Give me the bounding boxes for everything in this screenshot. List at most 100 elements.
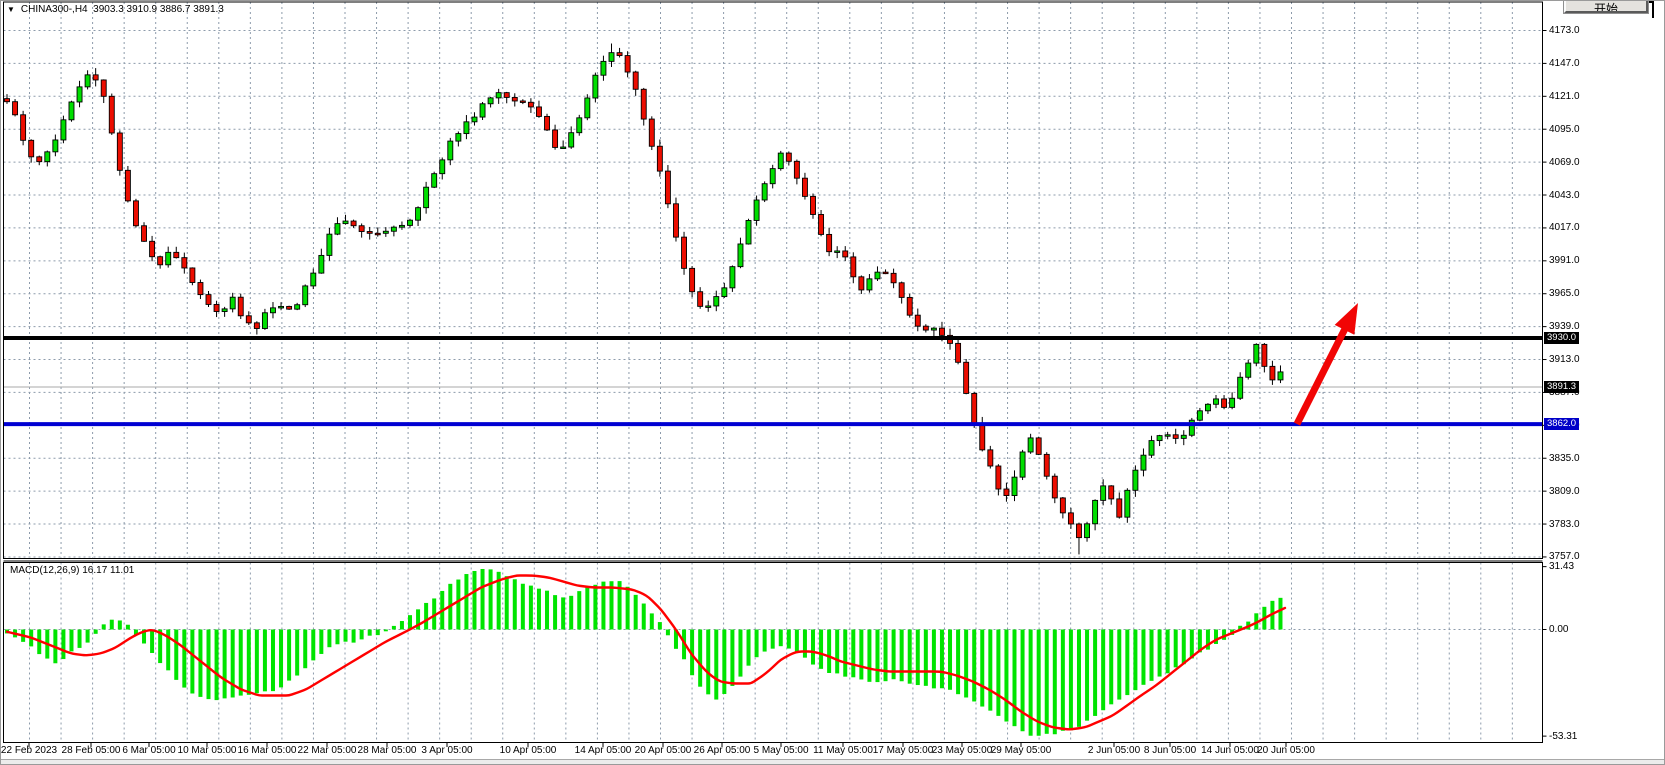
candle-bear (883, 272, 888, 274)
candle-bear (1109, 486, 1114, 499)
macd-histogram-bar (859, 630, 863, 680)
candle-bear (1068, 513, 1073, 524)
macd-histogram-bar (755, 630, 759, 658)
macd-histogram-bar (867, 630, 871, 682)
macd-histogram-bar (714, 630, 718, 700)
macd-histogram-bar (1037, 630, 1041, 736)
macd-histogram-bar (1109, 630, 1113, 705)
macd-histogram-bar (207, 630, 211, 700)
macd-histogram-bar (1069, 630, 1073, 731)
candle-bull (706, 306, 711, 308)
macd-histogram-bar (1166, 630, 1170, 674)
candle-bear (698, 292, 703, 307)
macd-histogram-bar (875, 630, 879, 683)
macd-histogram-bar (811, 630, 815, 665)
candle-bull (593, 75, 598, 98)
candle-bear (29, 140, 34, 157)
candle-bear (625, 56, 630, 72)
macd-histogram-bar (126, 625, 130, 630)
candle-bull (327, 234, 332, 255)
candle-bear (93, 75, 98, 80)
chart-header: ▼CHINA300-,H4 3903.3 3910.9 3886.7 3891.… (7, 3, 224, 16)
macd-histogram-bar (118, 620, 122, 629)
time-axis-label: 11 May 05:00 (813, 745, 873, 757)
candle-bear (246, 316, 251, 323)
price-chart-canvas[interactable] (1, 1, 1665, 765)
macd-histogram-bar (545, 591, 549, 630)
macd-histogram-bar (819, 630, 823, 669)
candle-bear (520, 101, 525, 103)
time-axis-label: 17 May 05:00 (873, 745, 934, 757)
macd-histogram-bar (634, 595, 638, 630)
candle-bear (682, 237, 687, 268)
time-axis-label: 22 Feb 2023 (1, 745, 57, 757)
candle-bull (262, 313, 267, 329)
macd-histogram-bar (239, 630, 243, 696)
candle-bull (1197, 411, 1202, 420)
time-axis-label: 5 May 05:00 (753, 745, 808, 757)
time-axis-label: 10 Mar 05:00 (178, 745, 237, 757)
price-axis-label: 3783.0 (1549, 519, 1580, 530)
candle-bear (690, 268, 695, 291)
time-axis-label: 29 May 05:00 (991, 745, 1052, 757)
macd-histogram-bar (884, 630, 888, 682)
candle-bear (1076, 524, 1081, 538)
time-axis-label: 2 Jun 05:00 (1088, 745, 1140, 757)
macd-histogram-bar (327, 630, 331, 648)
candle-bull (222, 309, 227, 312)
candle-bull (561, 147, 566, 149)
macd-axis-label: 0.00 (1549, 624, 1568, 635)
candle-bull (714, 297, 719, 306)
macd-histogram-bar (287, 630, 291, 681)
start-button[interactable]: 开始 (1564, 0, 1648, 13)
candle-bear (504, 93, 509, 98)
candle-bear (367, 232, 372, 234)
candle-bear (512, 97, 517, 101)
macd-histogram-bar (271, 630, 275, 692)
macd-histogram-bar (956, 630, 960, 695)
candle-bear (827, 234, 832, 251)
macd-histogram-bar (1021, 630, 1025, 732)
macd-histogram-bar (738, 630, 742, 677)
macd-histogram-bar (569, 596, 573, 630)
candle-bear (254, 323, 259, 329)
macd-histogram-bar (722, 630, 726, 694)
candle-bear (972, 393, 977, 423)
time-axis-label: 26 Apr 05:00 (694, 745, 751, 757)
macd-histogram-bar (368, 630, 372, 636)
candle-bull (770, 169, 775, 184)
candle-bear (964, 362, 969, 393)
candle-bull (1093, 500, 1098, 523)
candle-bull (585, 98, 590, 118)
current-price-badge: 3891.3 (1544, 381, 1579, 393)
price-axis-label: 3939.0 (1549, 321, 1580, 332)
candle-bull (416, 208, 421, 221)
candle-bear (657, 146, 662, 171)
candle-bull (383, 231, 388, 233)
candle-bull (1157, 436, 1162, 441)
candle-bear (238, 297, 243, 316)
macd-histogram-bar (601, 582, 605, 630)
macd-histogram-bar (771, 630, 775, 649)
time-axis-label: 8 Jun 05:00 (1144, 745, 1196, 757)
macd-histogram-bar (303, 630, 307, 669)
trend-arrow-head[interactable] (1335, 303, 1358, 335)
macd-histogram-bar (521, 584, 525, 630)
dropdown-arrow-icon[interactable]: ▼ (7, 5, 15, 15)
macd-histogram-bar (513, 579, 517, 629)
candle-bull (496, 93, 501, 98)
macd-histogram-bar (344, 630, 348, 642)
candle-bull (1012, 477, 1017, 495)
trend-arrow-shaft[interactable] (1297, 326, 1346, 424)
macd-histogram-bar (78, 630, 82, 648)
macd-histogram-bar (1013, 630, 1017, 727)
macd-histogram-bar (1133, 630, 1137, 691)
macd-histogram-bar (190, 630, 194, 694)
macd-histogram-bar (1150, 630, 1154, 681)
time-axis-label: 14 Jun 05:00 (1201, 745, 1259, 757)
candle-bull (601, 61, 606, 75)
macd-histogram-bar (295, 630, 299, 676)
macd-histogram-bar (988, 630, 992, 711)
trading-terminal-window: ▼CHINA300-,H4 3903.3 3910.9 3886.7 3891.… (0, 0, 1665, 765)
candle-bear (988, 450, 993, 466)
